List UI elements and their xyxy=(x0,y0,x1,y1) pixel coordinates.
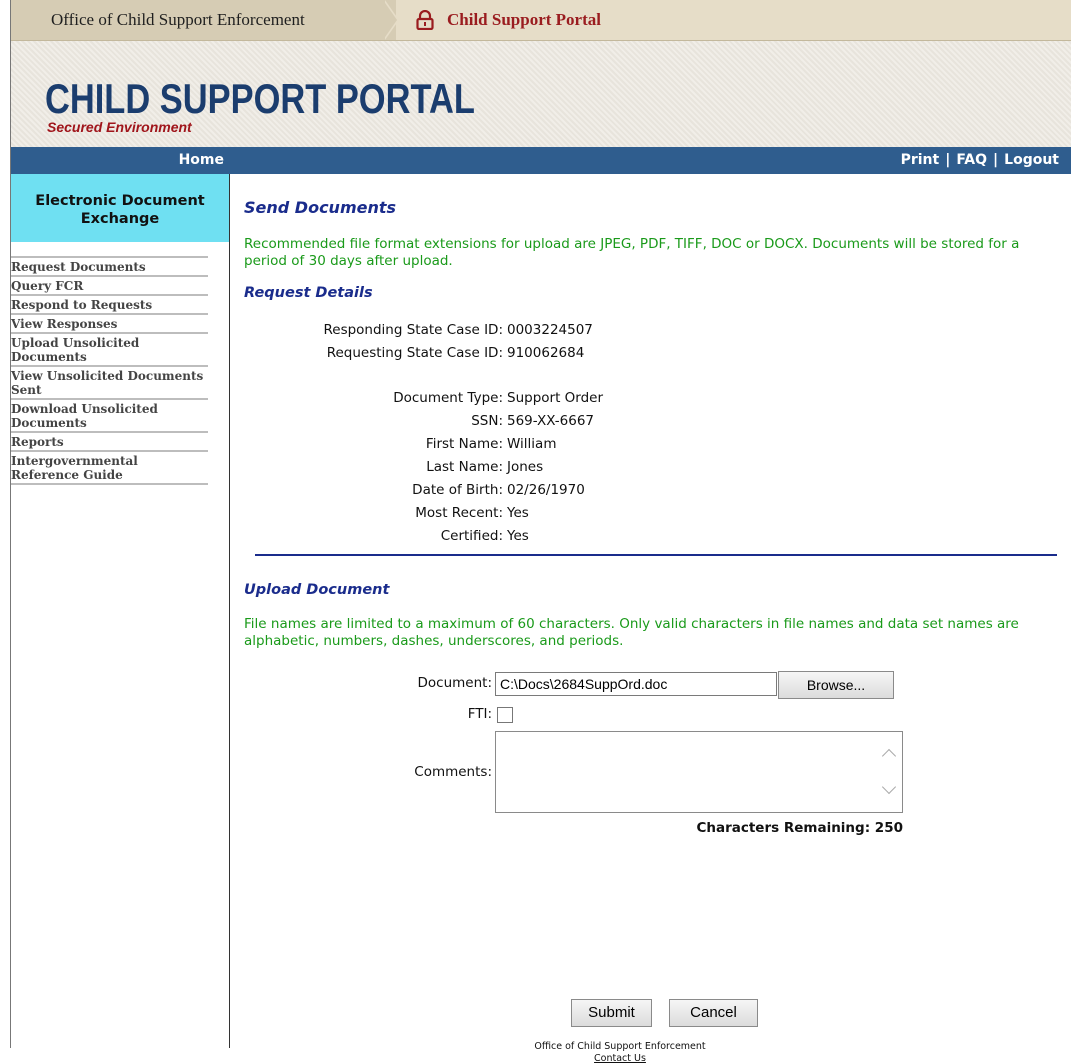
lock-icon xyxy=(416,10,434,30)
cancel-button[interactable]: Cancel xyxy=(669,999,758,1027)
nav-utility-links: Print | FAQ | Logout xyxy=(901,152,1059,168)
sidebar-item-view-unsolicited-sent[interactable]: View Unsolicited Documents Sent xyxy=(11,365,208,398)
submit-button[interactable]: Submit xyxy=(571,999,652,1027)
footer-org: Office of Child Support Enforcement xyxy=(534,1041,706,1052)
sidebar-item-query-fcr[interactable]: Query FCR xyxy=(11,275,208,294)
file-name-note: File names are limited to a maximum of 6… xyxy=(244,616,1019,649)
fti-label: FTI: xyxy=(467,706,492,722)
most-recent-value: Yes xyxy=(507,505,529,521)
first-name-value: William xyxy=(507,436,557,452)
send-documents-heading: Send Documents xyxy=(244,198,397,217)
responding-case-id-label: Responding State Case ID: xyxy=(323,322,503,338)
browse-button[interactable]: Browse... xyxy=(778,671,894,699)
certified-label: Certified: xyxy=(440,528,503,544)
doc-type-value: Support Order xyxy=(507,390,604,406)
main-nav-bar: Home Print | FAQ | Logout xyxy=(11,147,1071,174)
request-details-heading: Request Details xyxy=(244,285,373,301)
sidebar-heading: Electronic Document Exchange xyxy=(11,174,229,242)
comments-label: Comments: xyxy=(414,764,492,780)
top-breadcrumb-bar: Office of Child Support Enforcement Chil… xyxy=(11,0,1071,41)
responding-case-id-value: 0003224507 xyxy=(507,322,593,338)
document-file-input[interactable]: C:\Docs\2684SuppOrd.doc xyxy=(495,672,777,696)
ssn-value: 569-XX-6667 xyxy=(507,413,595,429)
nav-faq[interactable]: FAQ xyxy=(956,152,987,168)
sidebar-item-upload-unsolicited[interactable]: Upload Unsolicited Documents xyxy=(11,332,208,365)
sidebar-item-view-responses[interactable]: View Responses xyxy=(11,313,208,332)
certified-value: Yes xyxy=(507,528,529,544)
nav-print[interactable]: Print xyxy=(901,152,940,168)
portal-banner: CHILD SUPPORT PORTAL Secured Environment xyxy=(11,41,1071,147)
nav-logout[interactable]: Logout xyxy=(1004,152,1059,168)
portal-subtitle: Secured Environment xyxy=(47,119,192,135)
section-divider xyxy=(255,554,1057,556)
sidebar-item-download-unsolicited[interactable]: Download Unsolicited Documents xyxy=(11,398,208,431)
main-content: Send Documents Recommended file format e… xyxy=(230,174,1071,1064)
breadcrumb-separator xyxy=(383,0,397,40)
footer-contact-link[interactable]: Contact Us xyxy=(480,1053,760,1064)
document-label: Document: xyxy=(417,675,493,691)
dob-label: Date of Birth: xyxy=(412,482,503,498)
sidebar-item-reports[interactable]: Reports xyxy=(11,431,208,450)
comments-textarea[interactable] xyxy=(495,731,903,813)
most-recent-label: Most Recent: xyxy=(415,505,503,521)
requesting-case-id-label: Requesting State Case ID: xyxy=(326,345,503,361)
nav-home[interactable]: Home xyxy=(11,152,224,168)
doc-type-label: Document Type: xyxy=(393,390,503,406)
portal-title: CHILD SUPPORT PORTAL xyxy=(45,75,475,122)
sidebar-item-request-documents[interactable]: Request Documents xyxy=(11,256,208,275)
nav-separator: | xyxy=(945,152,951,168)
dob-value: 02/26/1970 xyxy=(507,482,585,498)
breadcrumb-current: Child Support Portal xyxy=(447,10,601,29)
upload-document-heading: Upload Document xyxy=(244,582,390,598)
sidebar-item-reference-guide[interactable]: Intergovernmental Reference Guide xyxy=(11,450,208,485)
file-format-note: Recommended file format extensions for u… xyxy=(244,236,1020,269)
last-name-label: Last Name: xyxy=(426,459,503,475)
scroll-down-icon[interactable] xyxy=(881,779,897,795)
last-name-value: Jones xyxy=(507,459,544,475)
scroll-up-icon[interactable] xyxy=(881,748,897,764)
first-name-label: First Name: xyxy=(425,436,503,452)
ssn-label: SSN: xyxy=(471,413,503,429)
fti-checkbox[interactable] xyxy=(497,707,513,723)
nav-separator: | xyxy=(993,152,999,168)
sidebar-item-respond-to-requests[interactable]: Respond to Requests xyxy=(11,294,208,313)
sidebar-menu: Request Documents Query FCR Respond to R… xyxy=(11,256,208,485)
page-frame: Office of Child Support Enforcement Chil… xyxy=(10,0,1071,1064)
breadcrumb-osce-label[interactable]: Office of Child Support Enforcement xyxy=(51,10,305,30)
requesting-case-id-value: 910062684 xyxy=(507,345,585,361)
breadcrumb-osce[interactable]: Office of Child Support Enforcement xyxy=(11,0,383,40)
sidebar: Electronic Document Exchange Request Doc… xyxy=(11,174,230,1048)
chars-remaining: Characters Remaining: 250 xyxy=(696,820,903,836)
